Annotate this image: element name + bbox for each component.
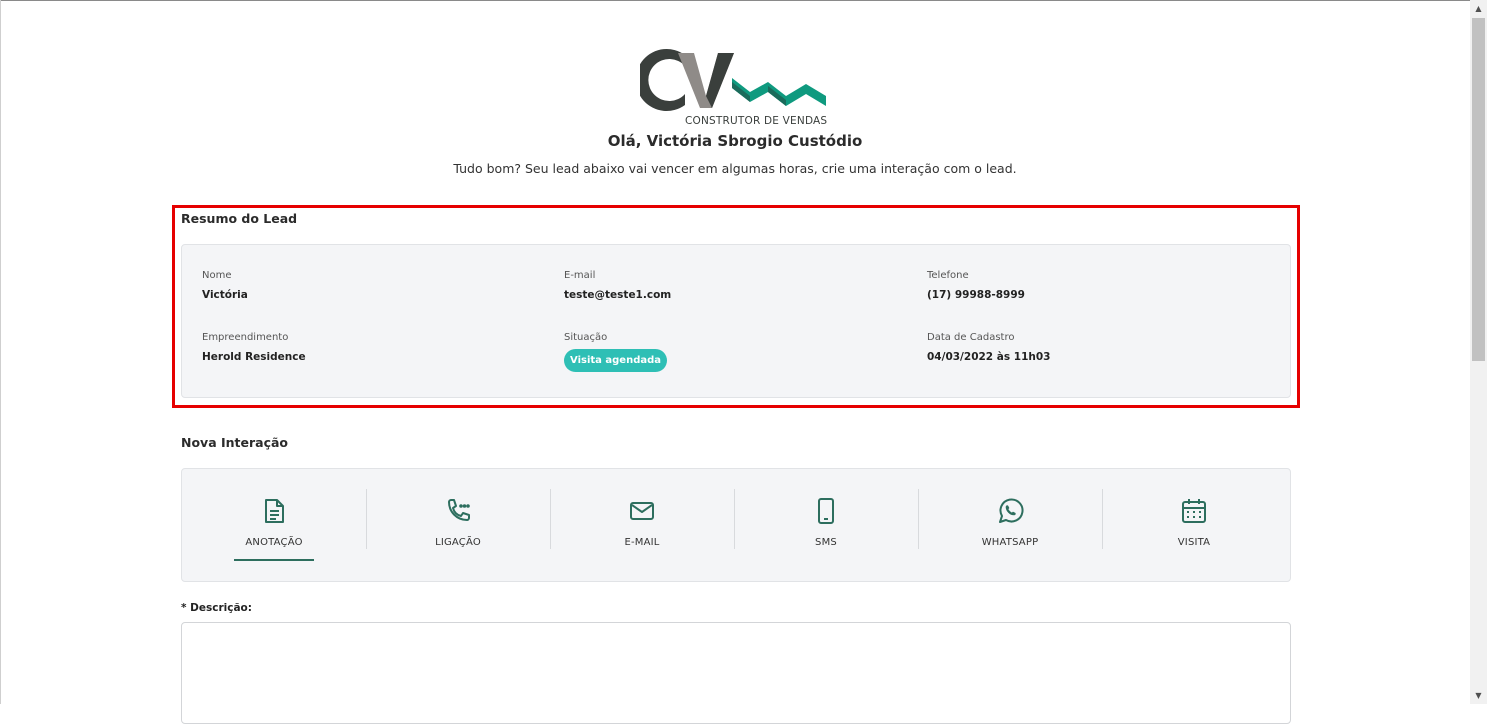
document-icon — [265, 499, 284, 523]
tab-anotacao-label: ANOTAÇÃO — [245, 537, 303, 548]
active-tab-indicator — [234, 559, 314, 561]
calendar-icon — [1182, 499, 1206, 523]
tab-ligacao-label: LIGAÇÃO — [435, 537, 481, 548]
interaction-tabs: ANOTAÇÃO LIGAÇÃO E-MAIL SMS WHATSAPP VIS… — [181, 468, 1291, 582]
greeting-subtitle: Tudo bom? Seu lead abaixo vai vencer em … — [453, 161, 1017, 176]
tab-email[interactable]: E-MAIL — [550, 469, 734, 581]
tab-visita-label: VISITA — [1177, 537, 1211, 548]
highlight-box — [172, 205, 1300, 408]
tab-email-label: E-MAIL — [624, 537, 660, 548]
window-left-border — [0, 0, 1, 704]
window-top-border — [0, 0, 1470, 1]
scroll-up-arrow-icon[interactable]: ▲ — [1470, 0, 1487, 17]
tab-whatsapp[interactable]: WHATSAPP — [918, 469, 1102, 581]
description-textarea[interactable] — [181, 622, 1291, 724]
tab-visita[interactable]: VISITA — [1102, 469, 1286, 581]
logo-tagline: CONSTRUTOR DE VENDAS — [685, 115, 828, 127]
scroll-down-arrow-icon[interactable]: ▼ — [1470, 687, 1487, 704]
mail-icon — [630, 502, 654, 520]
tab-sms-label: SMS — [815, 537, 837, 548]
mobile-icon — [818, 498, 834, 524]
tab-ligacao[interactable]: LIGAÇÃO — [366, 469, 550, 581]
phone-icon — [448, 499, 470, 521]
vertical-scrollbar[interactable]: ▲ ▼ — [1470, 0, 1487, 704]
tab-anotacao[interactable]: ANOTAÇÃO — [182, 469, 366, 581]
interaction-title: Nova Interação — [181, 435, 289, 450]
scrollbar-thumb[interactable] — [1472, 18, 1485, 361]
whatsapp-icon — [999, 498, 1024, 523]
greeting-heading: Olá, Victória Sbrogio Custódio — [607, 132, 863, 150]
tab-whatsapp-label: WHATSAPP — [981, 537, 1039, 548]
tab-sms[interactable]: SMS — [734, 469, 918, 581]
description-label: * Descrição: — [181, 602, 252, 614]
